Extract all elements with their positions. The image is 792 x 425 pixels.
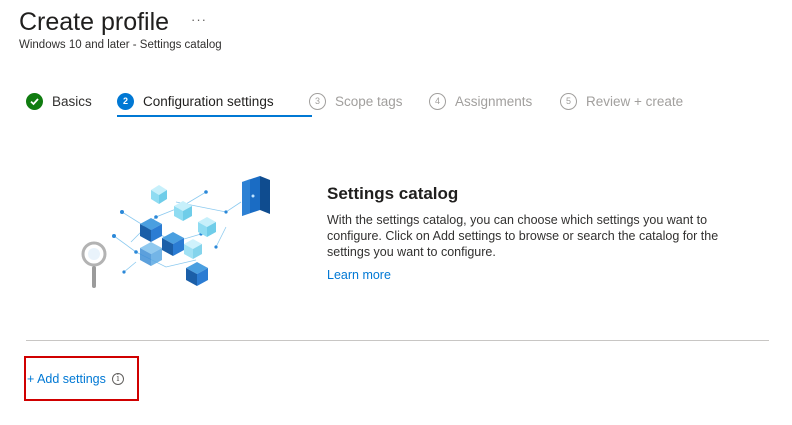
step-number-badge: 3 <box>309 92 326 110</box>
settings-catalog-illustration <box>76 172 276 294</box>
checkmark-icon <box>26 92 43 110</box>
step-label: Configuration settings <box>143 93 274 109</box>
page-subtitle: Windows 10 and later - Settings catalog <box>19 39 222 51</box>
step-label: Assignments <box>455 93 533 109</box>
step-review-create[interactable]: 5 Review + create <box>560 86 683 116</box>
catalog-title: Settings catalog <box>327 184 459 203</box>
catalog-description: With the settings catalog, you can choos… <box>327 213 719 259</box>
step-assignments[interactable]: 4 Assignments <box>429 86 532 116</box>
step-number-badge: 5 <box>560 92 577 110</box>
step-basics[interactable]: Basics <box>26 86 92 116</box>
create-profile-page: Create profile ··· Windows 10 and later … <box>0 0 792 425</box>
highlight-box <box>24 356 139 401</box>
section-divider <box>26 340 769 341</box>
step-scope-tags[interactable]: 3 Scope tags <box>309 86 403 116</box>
step-number-badge: 4 <box>429 92 446 110</box>
step-label: Review + create <box>586 93 684 109</box>
active-step-underline <box>117 115 312 117</box>
step-label: Basics <box>52 93 92 109</box>
more-options-icon[interactable]: ··· <box>191 12 207 27</box>
page-title: Create profile <box>19 8 170 36</box>
step-number-badge: 2 <box>117 92 134 110</box>
step-label: Scope tags <box>335 93 403 109</box>
learn-more-link[interactable]: Learn more <box>327 268 391 282</box>
step-configuration-settings[interactable]: 2 Configuration settings <box>117 86 274 116</box>
